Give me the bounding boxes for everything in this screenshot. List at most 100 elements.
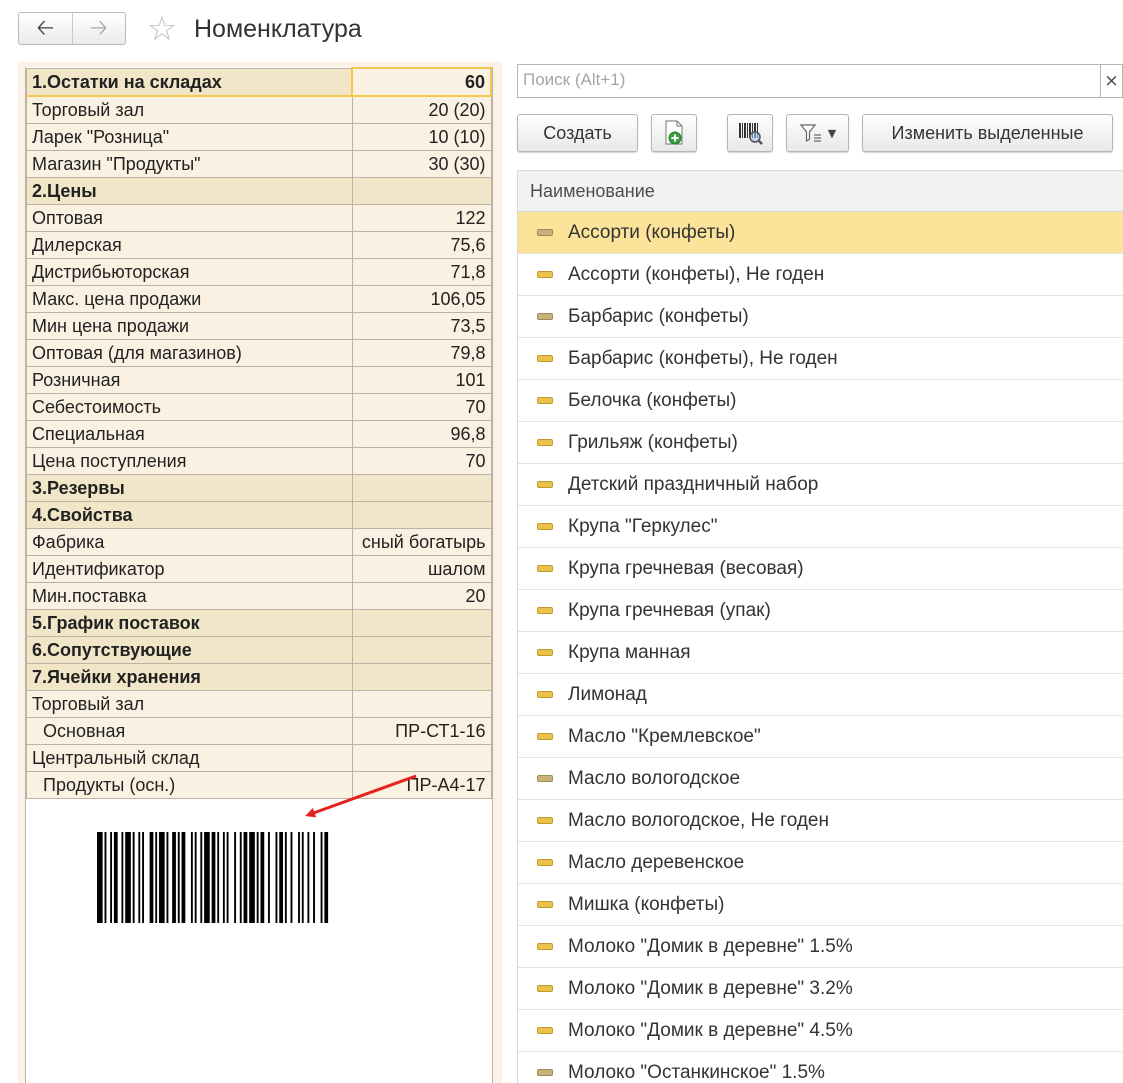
add-document-button[interactable] — [651, 114, 697, 152]
list-item-name: Молоко "Домик в деревне" 4.5% — [568, 1019, 853, 1041]
column-header-name[interactable]: Наименование — [517, 170, 1123, 212]
properties-table: 1.Остатки на складах 60 Торговый зал 20 (20… — [26, 67, 492, 799]
property-value — [351, 663, 492, 691]
list-item-name: Барбарис (конфеты) — [568, 305, 749, 327]
barcode-bar — [159, 832, 165, 923]
list-item[interactable]: Крупа гречневая (весовая) — [518, 548, 1123, 590]
list-item[interactable]: Крупа манная — [518, 632, 1123, 674]
property-value: 101 — [351, 366, 492, 394]
property-value — [351, 690, 492, 718]
list-item[interactable]: Крупа гречневая (упак) — [518, 590, 1123, 632]
nomenclature-list[interactable]: Ассорти (конфеты) Ассорти (конфеты), Не г… — [517, 212, 1123, 1083]
add-document-icon — [665, 120, 683, 145]
list-item-name: Мишка (конфеты) — [568, 893, 725, 915]
list-item[interactable]: Детский праздничный набор — [518, 464, 1123, 506]
property-row: Идентификатор шалом — [26, 555, 492, 583]
barcode-bar — [200, 832, 203, 923]
barcode-search-button[interactable] — [727, 114, 773, 152]
forward-button[interactable]: 🡢 — [73, 13, 126, 44]
property-label: Торговый зал — [26, 95, 353, 124]
property-value: 106,05 — [351, 285, 492, 313]
property-row: Розничная 101 — [26, 366, 492, 394]
barcode-bar — [226, 832, 229, 923]
list-item[interactable]: Белочка (конфеты) — [518, 380, 1123, 422]
list-item[interactable]: Масло деревенское — [518, 842, 1123, 884]
search-input[interactable] — [518, 65, 1088, 95]
property-row: Торговый зал — [26, 690, 492, 718]
property-label: Розничная — [26, 366, 353, 394]
property-label: 6.Сопутствующие — [26, 636, 353, 664]
list-item[interactable]: Грильяж (конфеты) — [518, 422, 1123, 464]
property-value: сный богатырь — [351, 528, 492, 556]
property-value — [351, 177, 492, 205]
property-value: 20 — [351, 582, 492, 610]
list-item-name: Ассорти (конфеты), Не годен — [568, 263, 825, 285]
list-item-name: Крупа гречневая (упак) — [568, 599, 771, 621]
property-section-row: 4.Свойства — [26, 501, 492, 529]
back-button[interactable]: 🡠 — [19, 13, 73, 44]
property-label: 2.Цены — [26, 177, 353, 205]
barcode-bar — [204, 832, 210, 923]
property-value — [351, 474, 492, 502]
list-item[interactable]: Молоко "Домик в деревне" 3.2% — [518, 968, 1123, 1010]
item-marker-icon — [537, 565, 553, 572]
search-field[interactable] — [517, 64, 1101, 98]
barcode-bar — [125, 832, 131, 923]
create-button[interactable]: Создать — [517, 114, 638, 152]
property-value: 70 — [351, 447, 492, 475]
search-clear-button[interactable]: × — [1101, 64, 1123, 98]
barcode-bar — [104, 832, 107, 923]
list-item[interactable]: Барбарис (конфеты) — [518, 296, 1123, 338]
property-label: 7.Ячейки хранения — [26, 663, 353, 691]
property-value-text: 30 (30) — [428, 154, 486, 174]
list-item[interactable]: Барбарис (конфеты), Не годен — [518, 338, 1123, 380]
star-icon[interactable]: ☆ — [143, 10, 181, 48]
filter-icon — [799, 124, 821, 143]
item-marker-icon — [537, 859, 553, 866]
list-item[interactable]: Ассорти (конфеты) — [518, 212, 1123, 254]
property-row: Макс. цена продажи 106,05 — [26, 285, 492, 313]
change-selected-button[interactable]: Изменить выделенные — [862, 114, 1113, 152]
property-row: Специальная 96,8 — [26, 420, 492, 448]
property-row: Мин цена продажи 73,5 — [26, 312, 492, 340]
property-value-text: 96,8 — [450, 424, 486, 444]
barcode-bar — [181, 832, 186, 923]
property-value-text: 71,8 — [450, 262, 486, 282]
property-value-text: ПР-СТ1-16 — [395, 721, 486, 741]
property-row: Мин.поставка 20 — [26, 582, 492, 610]
list-item[interactable]: Молоко "Домик в деревне" 4.5% — [518, 1010, 1123, 1052]
arrow-right-icon: 🡢 — [89, 15, 108, 41]
list-item[interactable]: Масло вологодское, Не годен — [518, 800, 1123, 842]
property-value-text: 20 — [465, 586, 486, 606]
list-item[interactable]: Ассорти (конфеты), Не годен — [518, 254, 1123, 296]
property-value: 73,5 — [351, 312, 492, 340]
filter-button[interactable]: ▼ — [786, 114, 849, 152]
list-item-name: Детский праздничный набор — [568, 473, 819, 495]
list-item[interactable]: Лимонад — [518, 674, 1123, 716]
property-label: Дистрибьюторская — [26, 258, 353, 286]
list-item[interactable]: Масло "Кремлевское" — [518, 716, 1123, 758]
list-item[interactable]: Мишка (конфеты) — [518, 884, 1123, 926]
barcode-bar — [234, 832, 237, 923]
list-item[interactable]: Молоко "Домик в деревне" 1.5% — [518, 926, 1123, 968]
item-marker-icon — [537, 229, 553, 236]
list-item[interactable]: Масло вологодское — [518, 758, 1123, 800]
property-label: Дилерская — [26, 231, 353, 259]
property-value: 71,8 — [351, 258, 492, 286]
list-item-name: Крупа гречневая (весовая) — [568, 557, 804, 579]
property-label: Торговый зал — [26, 690, 353, 718]
property-label: Цена поступления — [26, 447, 353, 475]
barcode-bar — [279, 832, 284, 923]
property-section-row: 5.График поставок — [26, 609, 492, 637]
barcode-bar — [138, 832, 141, 923]
list-item-name: Крупа манная — [568, 641, 691, 663]
property-row: Ларек "Розница" 10 (10) — [26, 123, 492, 151]
property-value: 79,8 — [351, 339, 492, 367]
property-value-text: 101 — [455, 370, 486, 390]
list-item[interactable]: Молоко "Останкинское" 1.5% — [518, 1052, 1123, 1083]
list-item[interactable]: Крупа "Геркулес" — [518, 506, 1123, 548]
property-label: Основная — [26, 717, 353, 745]
item-marker-icon — [537, 523, 553, 530]
item-marker-icon — [537, 901, 553, 908]
property-value-text: 122 — [455, 208, 486, 228]
